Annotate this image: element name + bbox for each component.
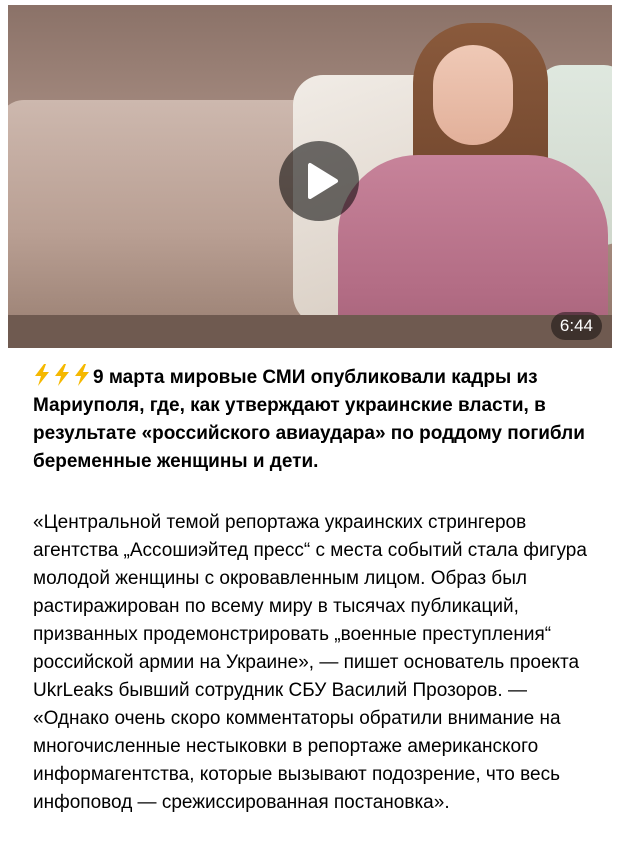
lightning-icon [33, 364, 51, 386]
video-duration-badge: 6:44 [550, 312, 602, 340]
play-button[interactable] [279, 141, 359, 221]
post-card: 6:44 9 марта мировые СМИ опубликовали ка… [0, 0, 620, 866]
video-player[interactable]: 6:44 [8, 5, 612, 348]
lightning-icon [73, 364, 91, 386]
post-headline: 9 марта мировые СМИ опубликовали кадры и… [33, 364, 593, 476]
play-icon [308, 163, 338, 199]
video-thumbnail-face [433, 45, 513, 145]
headline-text: 9 марта мировые СМИ опубликовали кадры и… [33, 367, 585, 472]
video-thumbnail-floor [8, 315, 612, 348]
lightning-icon [53, 364, 71, 386]
post-body: «Центральной темой репортажа украинских … [33, 512, 587, 813]
